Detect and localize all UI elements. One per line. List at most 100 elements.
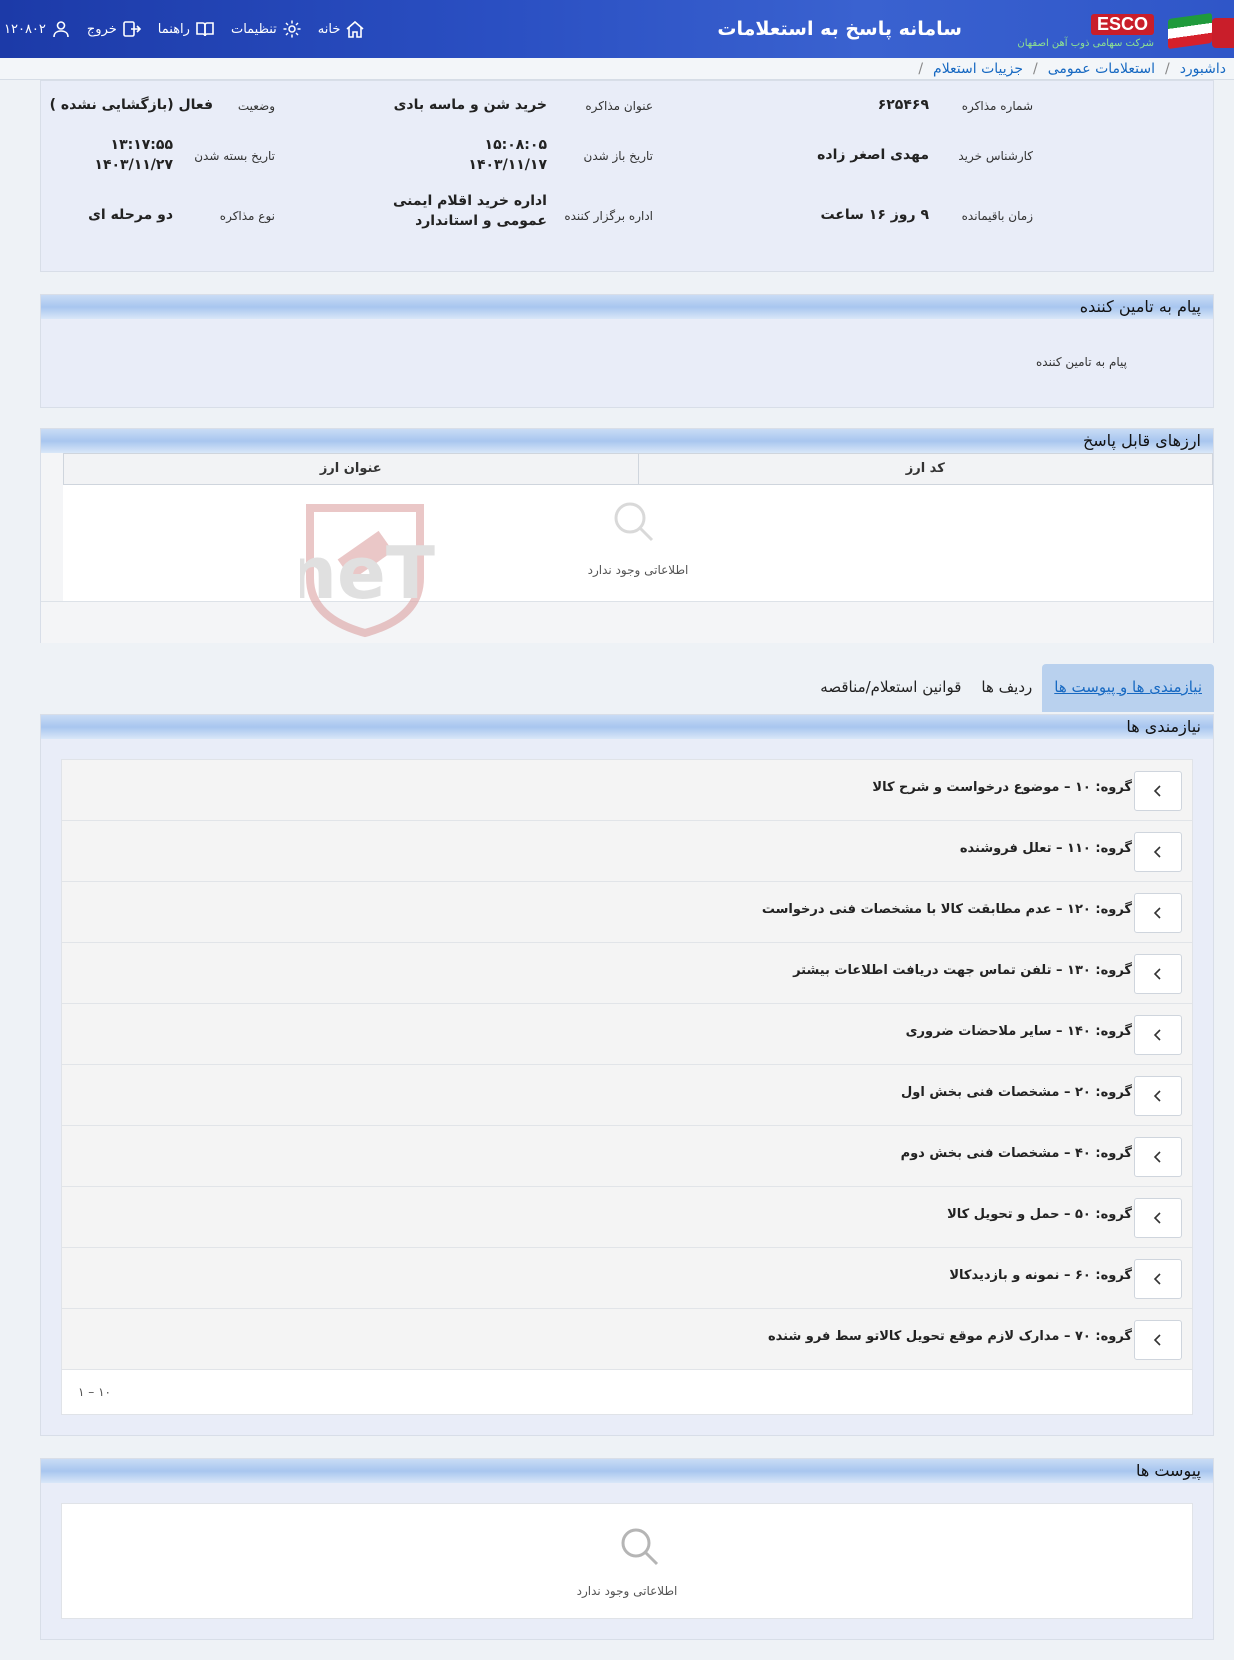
home-icon bbox=[346, 20, 364, 38]
organizer-label: اداره برگزار کننده bbox=[564, 209, 653, 223]
requirement-row[interactable]: گروه: ۱۰ – موضوع درخواست و شرح کالا bbox=[62, 760, 1192, 821]
app-header: ESCO شرکت سهامی ذوب آهن اصفهان سامانه پا… bbox=[0, 0, 1234, 58]
chevron-left-icon bbox=[1153, 968, 1161, 980]
requirement-label: گروه: ۲۰ – مشخصات فنی بخش اول bbox=[901, 1085, 1132, 1100]
currencies-title: ارزهای قابل پاسخ bbox=[41, 429, 1213, 453]
breadcrumb: داشبورد / استعلامات عمومی / جزییات استعل… bbox=[0, 58, 1234, 80]
user-menu[interactable]: ۱۲۰۸۰۲ bbox=[0, 19, 79, 39]
requirement-label: گروه: ۱۳۰ – تلفن تماس جهت دریافت اطلاعات… bbox=[793, 963, 1132, 978]
status-value: فعال (بازگشایی نشده ) bbox=[49, 97, 213, 113]
tab-rows[interactable]: ردیف ها bbox=[971, 664, 1042, 712]
watermark-logo: AriaTender.neT bbox=[300, 502, 654, 638]
chevron-left-icon bbox=[1153, 1029, 1161, 1041]
requirements-panel: نیازمندی ها گروه: ۱۰ – موضوع درخواست و ش… bbox=[40, 714, 1214, 1436]
expand-button[interactable] bbox=[1134, 1076, 1182, 1116]
purchase-expert-label: کارشناس خرید bbox=[958, 149, 1033, 163]
breadcrumb-dashboard[interactable]: داشبورد bbox=[1180, 61, 1226, 77]
attachments-body: اطلاعاتی وجود ندارد bbox=[61, 1503, 1193, 1619]
tab-requirements-attachments[interactable]: نیازمندی ها و پیوست ها bbox=[1042, 664, 1214, 712]
app-title: سامانه پاسخ به استعلامات bbox=[717, 18, 962, 40]
attachments-title: پیوست ها bbox=[41, 1459, 1213, 1483]
flag-icon bbox=[1168, 12, 1212, 50]
open-date-value: ۱۴۰۳/۱۱/۱۷ bbox=[468, 157, 547, 173]
requirement-label: گروه: ۵۰ – حمل و تحویل کالا bbox=[947, 1207, 1132, 1222]
requirement-label: گروه: ۷۰ – مدارک لازم موقع تحویل کالاتو … bbox=[767, 1329, 1132, 1344]
expand-button[interactable] bbox=[1134, 1015, 1182, 1055]
logout-button[interactable]: خروج bbox=[79, 19, 150, 39]
user-code: ۱۲۰۸۰۲ bbox=[4, 21, 46, 37]
requirement-row[interactable]: گروه: ۵۰ – حمل و تحویل کالا bbox=[62, 1187, 1192, 1248]
requirement-row[interactable]: گروه: ۶۰ – نمونه و بازدیدکالا bbox=[62, 1248, 1192, 1309]
tab-rules[interactable]: قوانین استعلام/مناقصه bbox=[810, 664, 971, 712]
chevron-left-icon bbox=[1153, 907, 1161, 919]
breadcrumb-separator: / bbox=[1033, 60, 1038, 77]
close-date-value: ۱۴۰۳/۱۱/۲۷ bbox=[94, 157, 173, 173]
organizer-value-line2: عمومی و استاندارد bbox=[415, 213, 547, 229]
negotiation-title-label: عنوان مذاکره bbox=[585, 99, 653, 113]
home-label: خانه bbox=[317, 21, 341, 37]
expand-button[interactable] bbox=[1134, 893, 1182, 933]
expand-button[interactable] bbox=[1134, 832, 1182, 872]
watermark-text: AriaTender.neT bbox=[300, 531, 435, 615]
supplier-message-panel: پیام به تامین کننده پیام به تامین کننده bbox=[40, 294, 1214, 408]
negotiation-number-label: شماره مذاکره bbox=[961, 99, 1033, 113]
requirement-row[interactable]: گروه: ۱۱۰ – تعلل فروشنده bbox=[62, 821, 1192, 882]
logout-icon bbox=[122, 21, 141, 37]
help-button[interactable]: راهنما bbox=[150, 19, 223, 39]
negotiation-type-label: نوع مذاکره bbox=[219, 209, 275, 223]
requirement-label: گروه: ۶۰ – نمونه و بازدیدکالا bbox=[949, 1268, 1132, 1283]
requirements-list: گروه: ۱۰ – موضوع درخواست و شرح کالا گروه… bbox=[61, 759, 1193, 1415]
expand-button[interactable] bbox=[1134, 771, 1182, 811]
supplier-message-text: پیام به تامین کننده bbox=[1036, 355, 1127, 369]
close-time-value: ۱۳:۱۷:۵۵ bbox=[110, 137, 173, 153]
requirement-row[interactable]: گروه: ۲۰ – مشخصات فنی بخش اول bbox=[62, 1065, 1192, 1126]
negotiation-type-value: دو مرحله ای bbox=[88, 207, 173, 223]
requirement-row[interactable]: گروه: ۷۰ – مدارک لازم موقع تحویل کالاتو … bbox=[62, 1309, 1192, 1370]
column-currency-title[interactable]: عنوان ارز bbox=[64, 454, 639, 484]
requirements-title: نیازمندی ها bbox=[41, 715, 1213, 739]
requirement-row[interactable]: گروه: ۱۲۰ – عدم مطابقت کالا با مشخصات فن… bbox=[62, 882, 1192, 943]
requirement-row[interactable]: گروه: ۱۳۰ – تلفن تماس جهت دریافت اطلاعات… bbox=[62, 943, 1192, 1004]
requirement-label: گروه: ۱۲۰ – عدم مطابقت کالا با مشخصات فن… bbox=[761, 902, 1132, 917]
requirement-label: گروه: ۱۰ – موضوع درخواست و شرح کالا bbox=[872, 780, 1132, 795]
pagination-range: ۱ – ۱۰ bbox=[62, 1370, 1192, 1414]
inquiry-info-panel: شماره مذاکره ۶۲۵۴۶۹ عنوان مذاکره خرید شن… bbox=[40, 80, 1214, 272]
column-currency-code[interactable]: کد ارز bbox=[639, 454, 1213, 484]
expand-button[interactable] bbox=[1134, 1198, 1182, 1238]
negotiation-number-value: ۶۲۵۴۶۹ bbox=[877, 97, 929, 113]
chevron-left-icon bbox=[1153, 785, 1161, 797]
requirement-label: گروه: ۱۱۰ – تعلل فروشنده bbox=[959, 841, 1132, 856]
remaining-time-value: ۹ روز ۱۶ ساعت bbox=[820, 207, 929, 223]
search-icon bbox=[621, 1528, 659, 1566]
breadcrumb-separator: / bbox=[1164, 60, 1170, 77]
esco-emblem-icon bbox=[1212, 18, 1234, 48]
expand-button[interactable] bbox=[1134, 1259, 1182, 1299]
breadcrumb-separator: / bbox=[918, 60, 924, 77]
attachments-empty-text: اطلاعاتی وجود ندارد bbox=[576, 1584, 678, 1598]
organizer-value-line1: اداره خرید اقلام ایمنی bbox=[392, 193, 547, 209]
expand-button[interactable] bbox=[1134, 954, 1182, 994]
top-nav: ۱۲۰۸۰۲ خروج راهنما تنظیمات خانه bbox=[0, 0, 373, 58]
requirement-row[interactable]: گروه: ۴۰ – مشخصات فنی بخش دوم bbox=[62, 1126, 1192, 1187]
breadcrumb-public-inquiries[interactable]: استعلامات عمومی bbox=[1048, 61, 1155, 77]
settings-label: تنظیمات bbox=[230, 21, 277, 37]
expand-button[interactable] bbox=[1134, 1320, 1182, 1360]
currencies-table-header: کد ارز عنوان ارز bbox=[63, 453, 1213, 485]
open-time-value: ۱۵:۰۸:۰۵ bbox=[484, 137, 547, 153]
expand-button[interactable] bbox=[1134, 1137, 1182, 1177]
requirement-row[interactable]: گروه: ۱۴۰ – سایر ملاحضات ضروری bbox=[62, 1004, 1192, 1065]
book-icon bbox=[196, 22, 214, 37]
close-date-label: تاریخ بسته شدن bbox=[194, 149, 275, 163]
remaining-time-label: زمان باقیمانده bbox=[961, 209, 1033, 223]
chevron-left-icon bbox=[1153, 1273, 1161, 1285]
chevron-left-icon bbox=[1153, 1334, 1161, 1346]
home-button[interactable]: خانه bbox=[310, 19, 374, 39]
settings-button[interactable]: تنظیمات bbox=[223, 19, 310, 39]
chevron-left-icon bbox=[1153, 1151, 1161, 1163]
breadcrumb-inquiry-details[interactable]: جزییات استعلام bbox=[933, 61, 1023, 77]
chevron-left-icon bbox=[1153, 1090, 1161, 1102]
attachments-panel: پیوست ها اطلاعاتی وجود ندارد bbox=[40, 1458, 1214, 1640]
brand-logo bbox=[1164, 0, 1234, 58]
gear-icon bbox=[283, 20, 301, 38]
detail-tabs: نیازمندی ها و پیوست ها ردیف ها قوانین اس… bbox=[810, 664, 1214, 712]
